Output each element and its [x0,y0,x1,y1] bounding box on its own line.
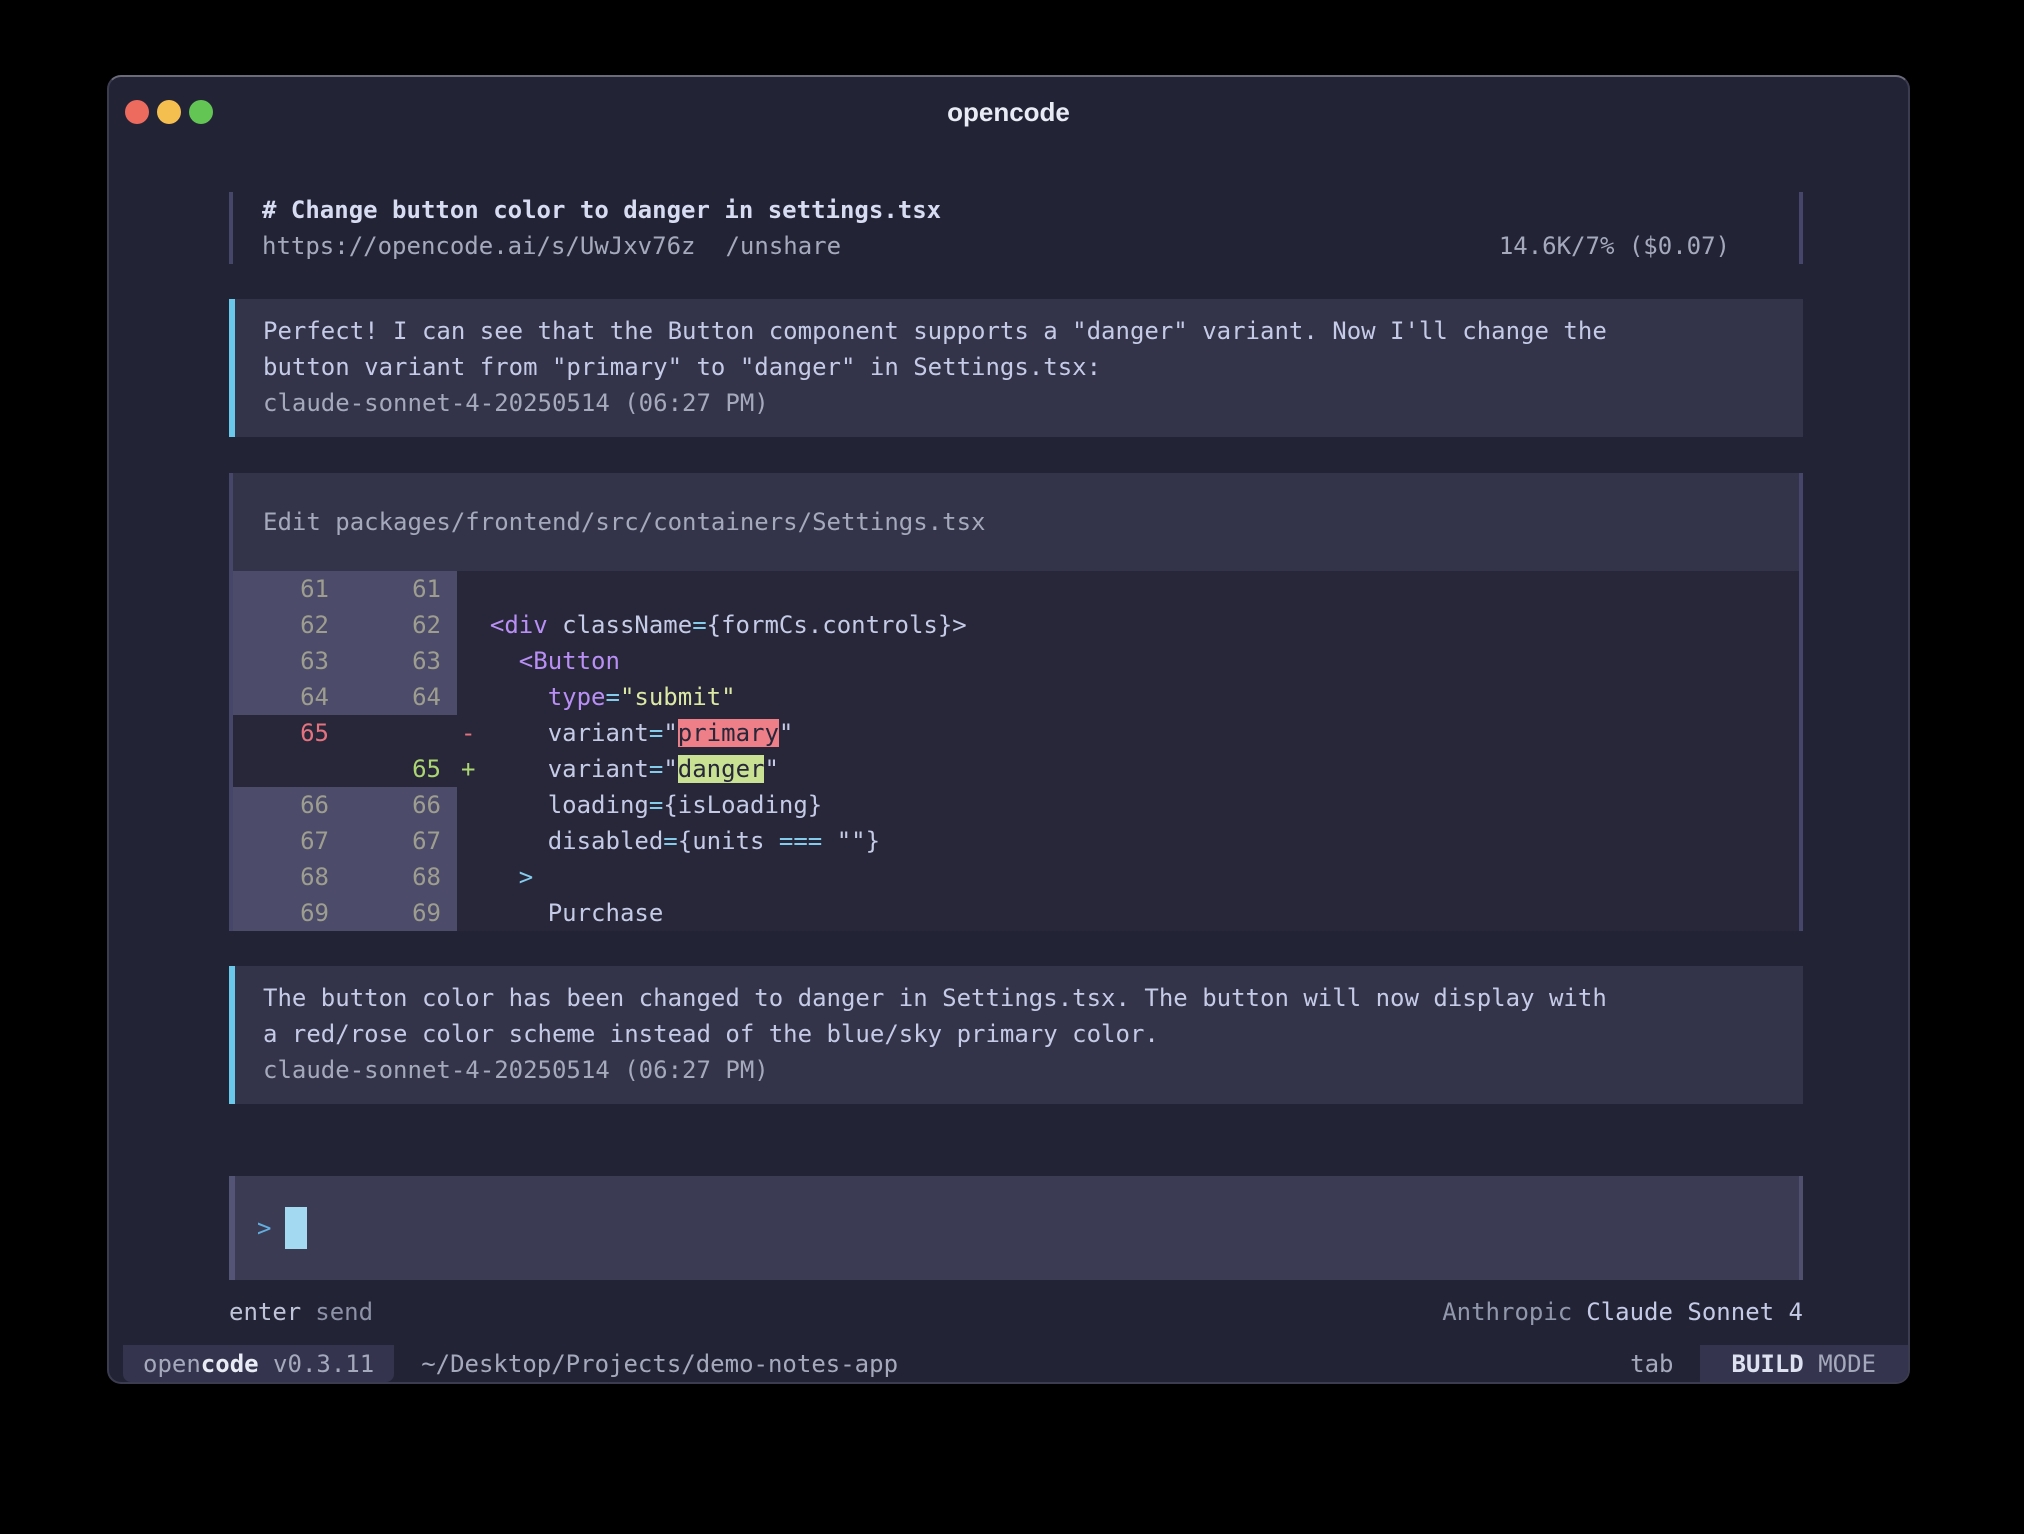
statusbar: opencode v0.3.11 ~/Desktop/Projects/demo… [109,1345,1908,1382]
session-subheader: https://opencode.ai/s/UwJxv76z /unshare … [262,228,1770,264]
line-number-old: 69 [233,895,345,931]
line-number-new [345,715,457,751]
code-line: <div className={formCs.controls}> [457,607,1799,643]
app-version-badge: opencode v0.3.11 [123,1345,394,1382]
edit-tool-title: Edit packages/frontend/src/containers/Se… [233,473,1799,571]
keybind-action: send [315,1294,373,1330]
session-header: # Change button color to danger in setti… [229,192,1803,264]
code-line: - variant="primary" [457,715,1799,751]
assistant-message: The button color has been changed to dan… [229,966,1803,1104]
code-line: > [457,859,1799,895]
close-button[interactable] [125,100,149,124]
message-body: The button color has been changed to dan… [263,980,1779,1052]
mode-badge[interactable]: BUILD MODE [1700,1345,1909,1382]
keybind-enter: enter [229,1294,301,1330]
line-number-new: 67 [345,823,457,859]
line-number-old [233,751,345,787]
line-number-old: 68 [233,859,345,895]
diff-row: 65+ variant="danger" [233,751,1799,787]
code-line: type="submit" [457,679,1799,715]
model-provider: Anthropic [1442,1294,1572,1330]
token-usage: 14.6K/7% ($0.07) [1499,228,1730,264]
message-body: Perfect! I can see that the Button compo… [263,313,1779,385]
diff-view: 61616262 <div className={formCs.controls… [233,571,1799,931]
line-number-new: 66 [345,787,457,823]
app-name-bold: code [201,1346,259,1382]
prompt-symbol: > [257,1210,271,1246]
line-number-old: 65 [233,715,345,751]
line-number-old: 64 [233,679,345,715]
input-hints: enter send Anthropic Claude Sonnet 4 [229,1294,1803,1330]
line-number-old: 67 [233,823,345,859]
diff-row: 6161 [233,571,1799,607]
app-version: v0.3.11 [259,1346,375,1382]
line-number-old: 63 [233,643,345,679]
zoom-button[interactable] [189,100,213,124]
code-line: <Button [457,643,1799,679]
traffic-lights [125,77,213,147]
minimize-button[interactable] [157,100,181,124]
model-name: Claude Sonnet 4 [1586,1294,1803,1330]
text-cursor [285,1207,307,1249]
assistant-message: Perfect! I can see that the Button compo… [229,299,1803,437]
app-name-light: open [143,1346,201,1382]
line-number-old: 62 [233,607,345,643]
diff-row: 6262 <div className={formCs.controls}> [233,607,1799,643]
line-number-old: 66 [233,787,345,823]
diff-row: 6868 > [233,859,1799,895]
share-url[interactable]: https://opencode.ai/s/UwJxv76z [262,228,695,264]
prompt-input[interactable]: > [229,1176,1803,1280]
line-number-new: 63 [345,643,457,679]
mode-primary: BUILD [1732,1346,1804,1382]
line-number-new: 68 [345,859,457,895]
session-title: # Change button color to danger in setti… [262,192,1770,228]
diff-row: 6767 disabled={units === ""} [233,823,1799,859]
code-line: + variant="danger" [457,751,1799,787]
message-meta: claude-sonnet-4-20250514 (06:27 PM) [263,1052,1779,1088]
code-line: Purchase [457,895,1799,931]
diff-row: 6666 loading={isLoading} [233,787,1799,823]
mode-secondary: MODE [1804,1346,1876,1382]
line-number-old: 61 [233,571,345,607]
working-directory: ~/Desktop/Projects/demo-notes-app [421,1345,898,1382]
line-number-new: 62 [345,607,457,643]
tab-keybind-hint: tab [1630,1345,1673,1382]
diff-row: 6969 Purchase [233,895,1799,931]
diff-row: 6464 type="submit" [233,679,1799,715]
diff-row: 6363 <Button [233,643,1799,679]
line-number-new: 69 [345,895,457,931]
session-content: # Change button color to danger in setti… [229,192,1803,1330]
diff-row: 65 - variant="primary" [233,715,1799,751]
code-line [457,571,1799,607]
message-meta: claude-sonnet-4-20250514 (06:27 PM) [263,385,1779,421]
app-window: opencode # Change button color to danger… [107,75,1910,1384]
code-line: loading={isLoading} [457,787,1799,823]
edit-tool-block: Edit packages/frontend/src/containers/Se… [229,473,1803,931]
line-number-new: 64 [345,679,457,715]
window-title: opencode [947,94,1070,130]
titlebar: opencode [109,77,1908,147]
unshare-command[interactable]: /unshare [725,228,841,264]
line-number-new: 61 [345,571,457,607]
code-line: disabled={units === ""} [457,823,1799,859]
line-number-new: 65 [345,751,457,787]
